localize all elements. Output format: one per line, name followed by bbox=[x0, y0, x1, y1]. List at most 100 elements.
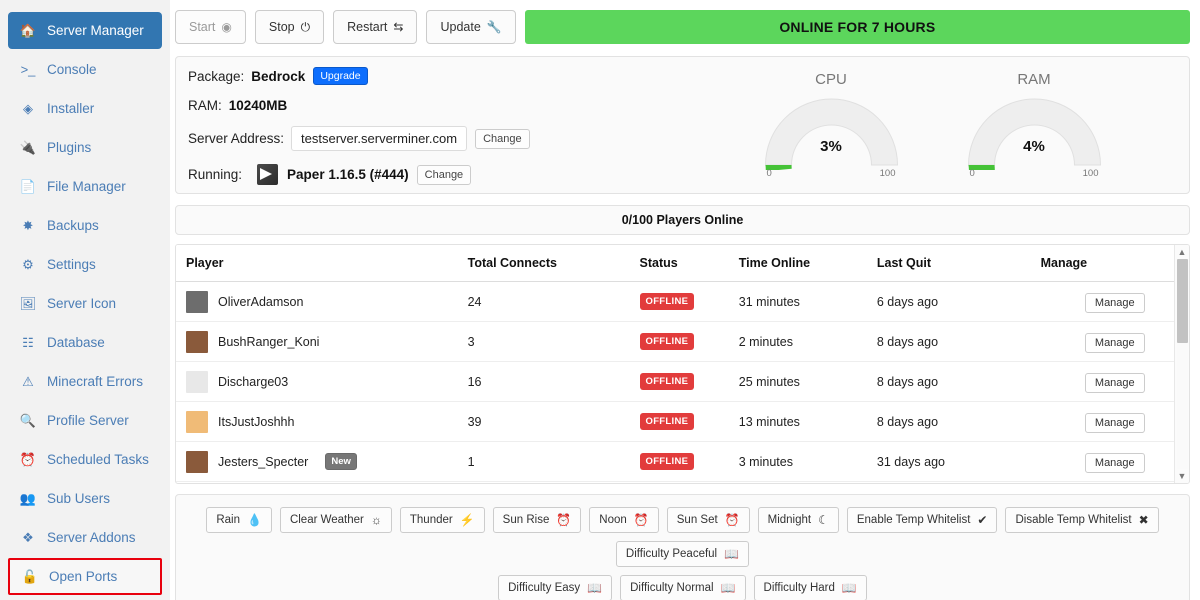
command-button-sun-set[interactable]: Sun Set ⏰ bbox=[666, 507, 750, 533]
cell-time-online: 2 minutes bbox=[738, 321, 877, 362]
command-button-midnight[interactable]: Midnight ☾ bbox=[757, 507, 839, 533]
table-row: Jesters_Specter New 1 OFFLINE 3 minutes 31 da… bbox=[176, 441, 1189, 482]
update-label: Update bbox=[440, 20, 481, 34]
status-badge: OFFLINE bbox=[639, 333, 695, 350]
players-online-text: 0/100 Players Online bbox=[621, 213, 744, 227]
sidebar-item-minecraft-errors[interactable]: ⚠ Minecraft Errors bbox=[8, 363, 162, 400]
sidebar-item-sub-users[interactable]: 👥 Sub Users bbox=[8, 480, 162, 517]
sidebar-item-installer[interactable]: ◈ Installer bbox=[8, 90, 162, 127]
sidebar-item-file-manager[interactable]: 📄 File Manager bbox=[8, 168, 162, 205]
command-button-clear-weather[interactable]: Clear Weather ☼ bbox=[279, 507, 392, 533]
cell-manage: Manage bbox=[1040, 441, 1189, 482]
cell-status: OFFLINE bbox=[639, 361, 739, 402]
sidebar-item-database[interactable]: ☷ Database bbox=[8, 324, 162, 361]
sidebar-item-console[interactable]: >_ Console bbox=[8, 51, 162, 88]
status-badge: OFFLINE bbox=[639, 453, 695, 470]
clock-icon: ⏰ bbox=[19, 452, 37, 467]
sidebar-item-plugins[interactable]: 🔌 Plugins bbox=[8, 129, 162, 166]
sidebar-item-open-ports[interactable]: 🔓 Open Ports bbox=[8, 558, 162, 595]
upgrade-button[interactable]: Upgrade bbox=[313, 67, 368, 85]
wrench-icon: 🔧 bbox=[486, 20, 502, 34]
players-table-container: Player Total Connects Status Time Online… bbox=[175, 244, 1190, 484]
sidebar-item-label: Scheduled Tasks bbox=[47, 452, 149, 467]
command-label: Disable Temp Whitelist bbox=[1015, 514, 1132, 526]
command-button-noon[interactable]: Noon ⏰ bbox=[589, 507, 659, 533]
scroll-up-icon[interactable]: ▲ bbox=[1178, 245, 1187, 259]
server-manager-page: 🏠 Server Manager >_ Console ◈ Installer 🔌 Plugi… bbox=[0, 0, 1200, 600]
command-button-difficulty-easy[interactable]: Difficulty Easy 📖 bbox=[498, 575, 613, 600]
manage-button[interactable]: Manage bbox=[1084, 372, 1145, 393]
sidebar-item-server-manager[interactable]: 🏠 Server Manager bbox=[8, 12, 162, 49]
sidebar-item-scheduled-tasks[interactable]: ⏰ Scheduled Tasks bbox=[8, 441, 162, 478]
manage-button[interactable]: Manage bbox=[1084, 412, 1145, 433]
update-button[interactable]: Update 🔧 bbox=[426, 10, 516, 44]
sidebar: 🏠 Server Manager >_ Console ◈ Installer 🔌 Plugi… bbox=[0, 0, 170, 600]
clock-icon: ⏰ bbox=[556, 513, 572, 527]
command-button-thunder[interactable]: Thunder ⚡ bbox=[399, 507, 485, 533]
start-button[interactable]: Start ◉ bbox=[175, 10, 246, 44]
sidebar-item-server-icon[interactable]: 🖼 Server Icon bbox=[8, 285, 162, 322]
cell-time-online: 25 minutes bbox=[738, 361, 877, 402]
gauge-value: 3% bbox=[820, 138, 842, 155]
home-icon: 🏠 bbox=[19, 23, 37, 38]
command-button-disable-temp-whitelist[interactable]: Disable Temp Whitelist ✖ bbox=[1005, 507, 1159, 533]
sidebar-item-label: Profile Server bbox=[47, 413, 129, 428]
refresh-icon: ⇆ bbox=[393, 20, 404, 34]
players-table-scrollbar[interactable]: ▲ ▼ bbox=[1174, 245, 1189, 483]
cell-manage: Manage bbox=[1040, 281, 1189, 322]
server-address-value[interactable]: testserver.serverminer.com bbox=[291, 126, 468, 151]
server-status-banner: ONLINE FOR 7 HOURS bbox=[524, 10, 1190, 44]
sidebar-item-server-addons[interactable]: ❖ Server Addons bbox=[8, 519, 162, 556]
command-label: Sun Set bbox=[676, 514, 718, 526]
change-address-button[interactable]: Change bbox=[475, 128, 530, 149]
player-name: ItsJustJoshhh bbox=[218, 414, 295, 429]
cell-last-quit: 8 days ago bbox=[876, 361, 1041, 402]
sidebar-item-backups[interactable]: ✸ Backups bbox=[8, 207, 162, 244]
manage-button[interactable]: Manage bbox=[1084, 452, 1145, 473]
play-circle-icon: ◉ bbox=[221, 20, 232, 34]
command-button-difficulty-hard[interactable]: Difficulty Hard 📖 bbox=[753, 575, 867, 600]
change-version-button[interactable]: Change bbox=[416, 164, 472, 185]
cell-connects: 16 bbox=[467, 361, 640, 402]
sidebar-item-label: Open Ports bbox=[49, 569, 118, 584]
command-button-sun-rise[interactable]: Sun Rise ⏰ bbox=[492, 507, 582, 533]
sidebar-item-label: Minecraft Errors bbox=[47, 374, 144, 389]
command-button-difficulty-normal[interactable]: Difficulty Normal 📖 bbox=[620, 575, 746, 600]
command-label: Difficulty Peaceful bbox=[625, 548, 718, 560]
package-label: Package: bbox=[188, 68, 245, 84]
check-icon: ✔ bbox=[977, 513, 988, 527]
power-icon: ⏻ bbox=[300, 20, 311, 34]
command-label: Enable Temp Whitelist bbox=[856, 514, 971, 526]
command-button-difficulty-peaceful[interactable]: Difficulty Peaceful 📖 bbox=[615, 541, 750, 567]
server-address-label: Server Address: bbox=[188, 131, 285, 146]
gauge-value: 4% bbox=[1023, 138, 1045, 155]
gauge-arc bbox=[967, 98, 1101, 170]
col-status: Status bbox=[639, 245, 739, 282]
players-table-header-row: Player Total Connects Status Time Online… bbox=[176, 245, 1189, 282]
restart-label: Restart bbox=[347, 20, 388, 34]
resource-gauges: CPU 3% 0 100 RAM 4% 0 100 bbox=[676, 67, 1189, 185]
col-connects: Total Connects bbox=[467, 245, 640, 282]
sidebar-item-label: Plugins bbox=[47, 140, 92, 155]
players-table-head: Player Total Connects Status Time Online… bbox=[176, 245, 1189, 282]
scroll-down-icon[interactable]: ▼ bbox=[1178, 469, 1187, 483]
sidebar-item-profile-server[interactable]: 🔍 Profile Server bbox=[8, 402, 162, 439]
scrollbar-thumb[interactable] bbox=[1176, 259, 1188, 343]
sidebar-item-settings[interactable]: ⚙ Settings bbox=[8, 246, 162, 283]
cell-time-online: 31 minutes bbox=[738, 281, 877, 322]
sidebar-item-label: Server Addons bbox=[47, 530, 136, 545]
server-info-list: Package: Bedrock Upgrade RAM: 10240MB Se… bbox=[176, 67, 676, 185]
cell-manage: Manage bbox=[1040, 361, 1189, 402]
manage-button[interactable]: Manage bbox=[1084, 332, 1145, 353]
avatar bbox=[186, 450, 208, 473]
command-button-enable-temp-whitelist[interactable]: Enable Temp Whitelist ✔ bbox=[846, 507, 998, 533]
cell-last-quit: 8 days ago bbox=[876, 321, 1041, 362]
command-button-rain[interactable]: Rain 💧 bbox=[206, 507, 272, 533]
stop-button[interactable]: Stop ⏻ bbox=[254, 10, 325, 44]
restart-button[interactable]: Restart ⇆ bbox=[333, 10, 418, 44]
cell-status: OFFLINE bbox=[639, 321, 739, 362]
players-online-bar: 0/100 Players Online bbox=[175, 205, 1190, 235]
manage-button[interactable]: Manage bbox=[1084, 292, 1145, 313]
scrollbar-track[interactable] bbox=[1176, 259, 1188, 469]
server-status-text: ONLINE FOR 7 HOURS bbox=[779, 19, 936, 35]
